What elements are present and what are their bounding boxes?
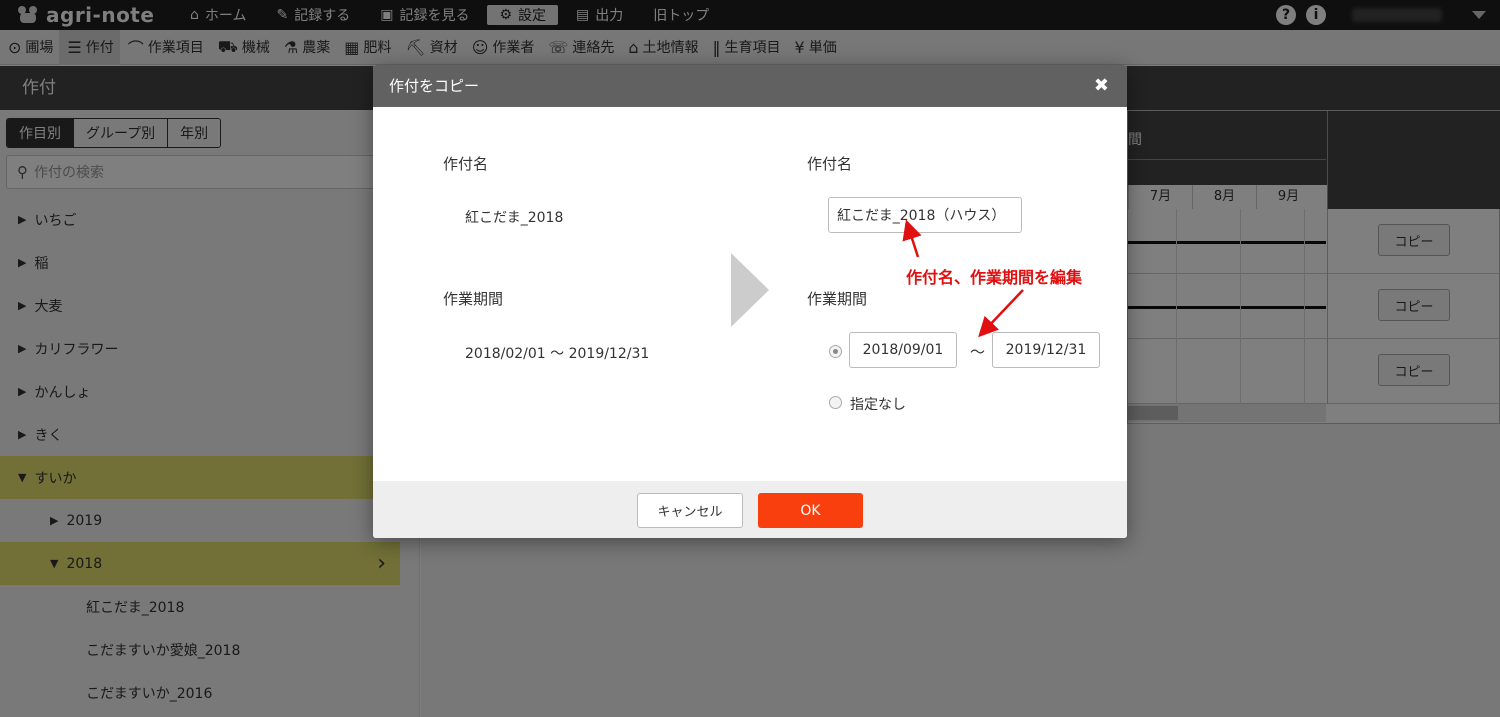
target-name-label: 作付名 <box>807 155 853 173</box>
dialog-header: 作付をコピー ✖ <box>373 65 1127 107</box>
dialog-title: 作付をコピー <box>389 77 480 95</box>
source-name-label: 作付名 <box>443 155 489 173</box>
cancel-button[interactable]: キャンセル <box>637 493 743 528</box>
target-name-input[interactable]: 紅こだま_2018（ハウス） <box>828 197 1022 233</box>
period-tilde: 〜 <box>970 343 986 361</box>
source-period-value: 2018/02/01 〜 2019/12/31 <box>465 346 650 362</box>
specify-period-radio[interactable] <box>829 345 842 358</box>
annotation-text: 作付名、作業期間を編集 <box>906 268 1083 287</box>
source-name-value: 紅こだま_2018 <box>465 210 564 226</box>
dialog-footer: キャンセル OK <box>373 481 1127 538</box>
no-period-label: 指定なし <box>850 397 906 413</box>
arrow-right-icon <box>731 253 769 327</box>
copy-cropping-dialog: 作付をコピー ✖ 作付名 紅こだま_2018 作業期間 2018/02/01 〜… <box>373 65 1127 538</box>
source-period-label: 作業期間 <box>443 290 504 308</box>
target-period-label: 作業期間 <box>807 290 868 308</box>
start-date-input[interactable]: 2018/09/01 <box>849 332 957 368</box>
close-icon[interactable]: ✖ <box>1094 65 1109 107</box>
no-period-radio[interactable] <box>829 396 842 409</box>
ok-button[interactable]: OK <box>758 493 863 528</box>
end-date-input[interactable]: 2019/12/31 <box>992 332 1100 368</box>
